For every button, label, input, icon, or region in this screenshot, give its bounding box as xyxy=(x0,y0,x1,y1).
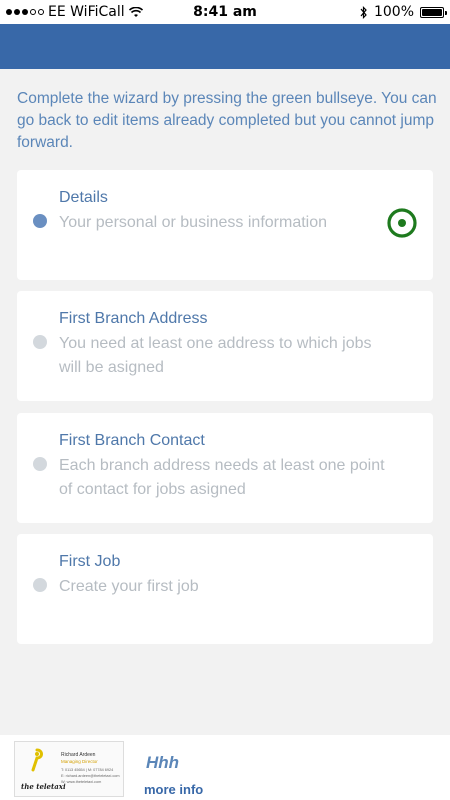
card-phone: T: 0113 45654 | M: 07784 6924 xyxy=(61,768,114,772)
logo-text: the teletaxi xyxy=(21,782,66,791)
wizard-step-first-job: First Job Create your first job xyxy=(17,534,433,644)
status-right: 100% xyxy=(360,4,447,20)
step-status-dot xyxy=(33,214,47,228)
step-description: Create your first job xyxy=(59,578,199,595)
card-name: Richard Ardeen xyxy=(61,752,96,758)
logo-icon xyxy=(31,748,43,772)
step-title: Details xyxy=(59,189,108,206)
step-title: First Job xyxy=(59,553,121,570)
step-title: First Branch Address xyxy=(59,310,208,327)
wizard-step-first-branch-address: First Branch Address You need at least o… xyxy=(17,291,433,401)
battery-percentage: 100% xyxy=(373,4,414,20)
bluetooth-icon xyxy=(360,5,367,19)
business-card-thumbnail[interactable]: the teletaxi Richard Ardeen Managing Dir… xyxy=(14,741,124,797)
step-title: First Branch Contact xyxy=(59,432,205,449)
bullseye-icon[interactable] xyxy=(387,208,417,238)
app-header xyxy=(0,24,450,69)
card-role: Managing Director xyxy=(61,759,98,764)
step-status-dot xyxy=(33,335,47,349)
card-email: E: richard.ardeen@theteletaxi.com xyxy=(61,774,120,778)
card-website: W: www.theteletaxi.com xyxy=(61,780,102,784)
wizard-step-first-branch-contact: First Branch Contact Each branch address… xyxy=(17,413,433,523)
footer-bar: the teletaxi Richard Ardeen Managing Dir… xyxy=(0,735,450,800)
step-description: Your personal or business information xyxy=(59,214,328,231)
step-status-dot xyxy=(33,457,47,471)
battery-icon xyxy=(420,6,447,18)
more-info-link[interactable]: more info xyxy=(144,782,203,797)
step-description: Each branch address needs at least one p… xyxy=(59,457,385,498)
status-bar: EE WiFiCall 8:41 am 100% xyxy=(0,0,450,24)
wizard-step-details[interactable]: Details Your personal or business inform… xyxy=(17,170,433,280)
footer-title: Hhh xyxy=(146,753,180,772)
step-status-dot xyxy=(33,578,47,592)
step-description: You need at least one address to which j… xyxy=(59,335,372,376)
wizard-instructions: Complete the wizard by pressing the gree… xyxy=(17,90,437,151)
